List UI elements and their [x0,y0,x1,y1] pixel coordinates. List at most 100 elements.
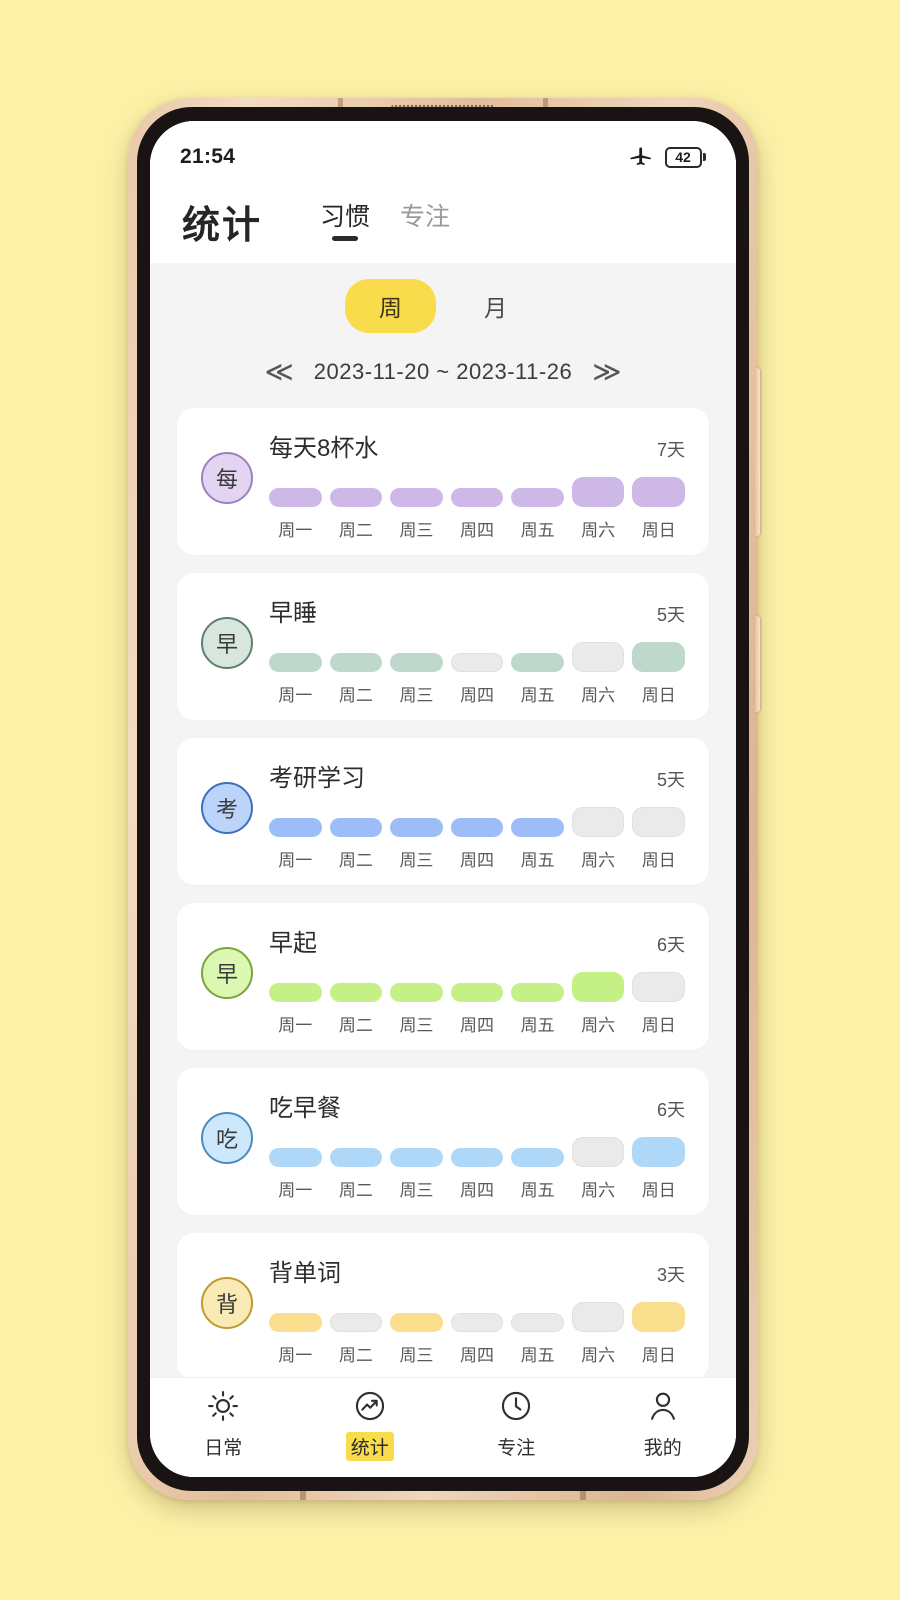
date-range-navigator: ≪ 2023-11-20 ~ 2023-11-26 ≫ [150,358,736,386]
habit-day-bar-3[interactable] [390,477,443,507]
habit-day-bar-2[interactable] [329,477,383,507]
habit-card[interactable]: 考考研学习 5天 周一 周二 周三 周四 周五 周六 周日 [177,738,709,885]
habit-day-bar-7[interactable] [632,972,686,1002]
bar-filled [329,488,383,507]
nav-label: 统计 [345,1432,394,1461]
power-button[interactable] [755,616,760,712]
chevron-double-left-icon[interactable]: ≪ [264,358,293,386]
habit-week-bars [269,1137,686,1167]
habit-day-bar-7[interactable] [632,477,686,507]
period-option-1[interactable]: 周 [345,279,436,333]
header-tab-2[interactable]: 专注 [400,197,450,242]
habit-day-bar-1[interactable] [269,807,322,837]
habit-day-bar-6[interactable] [571,642,625,672]
habit-card[interactable]: 每每天8杯水 7天 周一 周二 周三 周四 周五 周六 周日 [177,408,709,555]
habit-completion-count: 7天 [656,440,685,460]
period-option-2[interactable]: 月 [450,279,541,333]
day-label-7: 周日 [641,1016,676,1035]
habit-day-bar-3[interactable] [390,807,443,837]
habit-day-bar-3[interactable] [390,972,443,1002]
habit-card[interactable]: 早早睡 5天 周一 周二 周三 周四 周五 周六 周日 [177,573,709,720]
day-label-1: 周一 [278,1181,313,1200]
habit-day-bar-4[interactable] [450,477,504,507]
habit-day-bar-4[interactable] [450,1137,504,1167]
habit-body: 早睡 5天 周一 周二 周三 周四 周五 周六 周日 [269,593,686,706]
habit-day-bar-5[interactable] [511,807,564,837]
habit-week-bars [269,807,686,837]
habit-day-bar-5[interactable] [511,972,564,1002]
habit-day-bar-5[interactable] [511,1137,564,1167]
habit-card[interactable]: 早早起 6天 周一 周二 周三 周四 周五 周六 周日 [177,903,709,1050]
habit-day-bar-3[interactable] [390,642,443,672]
habit-day-bar-6[interactable] [571,972,625,1002]
habit-day-bar-1[interactable] [269,477,322,507]
habit-avatar: 每 [201,452,253,504]
status-bar-time: 21:54 [180,145,236,168]
habit-body: 早起 6天 周一 周二 周三 周四 周五 周六 周日 [269,923,686,1036]
day-label-6: 周六 [581,1016,616,1035]
habit-day-bar-5[interactable] [511,642,564,672]
phone-frame: 21:54 42 统计 习惯 专注 周 月 ≪ 2023-11-20 ~ 202… [128,98,760,1500]
habit-day-bar-7[interactable] [632,642,686,672]
battery-indicator: 42 [664,146,706,168]
nav-item-我的[interactable]: 我的 [590,1388,737,1461]
habit-day-bar-6[interactable] [571,477,625,507]
bar-empty [571,807,625,837]
habit-day-bar-3[interactable] [390,1137,443,1167]
habit-day-bar-1[interactable] [269,1137,322,1167]
bar-filled [450,488,504,507]
habit-day-bar-5[interactable] [511,477,564,507]
habit-completion-count: 6天 [656,1100,685,1120]
habit-day-bar-4[interactable] [450,642,504,672]
day-label-5: 周五 [520,851,555,870]
day-label-6: 周六 [581,521,616,540]
bar-empty [632,807,686,837]
habit-day-bar-2[interactable] [329,1137,383,1167]
nav-item-专注[interactable]: 专注 [443,1388,590,1461]
habit-day-bar-3[interactable] [390,1302,443,1332]
day-label-2: 周二 [338,1016,373,1035]
habit-card[interactable]: 背背单词 3天 周一 周二 周三 周四 周五 周六 周日 [177,1233,709,1377]
chevron-double-right-icon[interactable]: ≫ [592,358,621,386]
clock-icon [498,1388,534,1424]
habit-avatar: 背 [201,1277,253,1329]
bar-filled [329,653,383,672]
day-label-6: 周六 [581,851,616,870]
habit-day-bar-6[interactable] [571,1302,625,1332]
habit-day-bar-1[interactable] [269,642,322,672]
habit-day-bar-7[interactable] [632,1302,686,1332]
habit-body: 吃早餐 6天 周一 周二 周三 周四 周五 周六 周日 [269,1088,686,1201]
bottom-navigation-bar: 日常 统计 专注 我的 [150,1377,736,1477]
habit-day-bar-6[interactable] [571,1137,625,1167]
bar-filled [269,1148,322,1167]
habit-day-bar-4[interactable] [450,807,504,837]
habit-day-bar-2[interactable] [329,807,383,837]
content-scroll-area[interactable]: 周月 ≪ 2023-11-20 ~ 2023-11-26 ≫ 每每天8杯水 7天周… [150,263,736,1377]
habit-card[interactable]: 吃吃早餐 6天 周一 周二 周三 周四 周五 周六 周日 [177,1068,709,1215]
habit-day-bar-7[interactable] [632,1137,686,1167]
bar-empty [450,653,504,672]
habit-day-bar-7[interactable] [632,807,686,837]
day-label-7: 周日 [641,851,676,870]
habit-day-bar-2[interactable] [329,972,383,1002]
nav-item-统计[interactable]: 统计 [297,1388,444,1461]
bar-filled [269,488,322,507]
habit-day-bar-5[interactable] [511,1302,564,1332]
volume-button[interactable] [755,368,760,536]
bar-empty [571,642,625,672]
day-label-4: 周四 [460,1181,495,1200]
nav-item-日常[interactable]: 日常 [150,1388,297,1461]
habit-day-bar-2[interactable] [329,642,383,672]
habit-day-bar-2[interactable] [329,1302,383,1332]
habit-day-bar-4[interactable] [450,972,504,1002]
day-label-3: 周三 [399,686,434,705]
habit-day-bar-1[interactable] [269,1302,322,1332]
habit-list[interactable]: 每每天8杯水 7天 周一 周二 周三 周四 周五 周六 周日早早睡 5天 周一 周二 周三 周四 周五 周六周… [150,408,736,1377]
header-tab-1[interactable]: 习惯 [320,197,370,242]
habit-day-bar-4[interactable] [450,1302,504,1332]
habit-day-bar-6[interactable] [571,807,625,837]
date-range-text: 2023-11-20 ~ 2023-11-26 [313,359,573,384]
day-label-3: 周三 [399,851,434,870]
habit-day-bar-1[interactable] [269,972,322,1002]
person-icon [645,1388,681,1424]
